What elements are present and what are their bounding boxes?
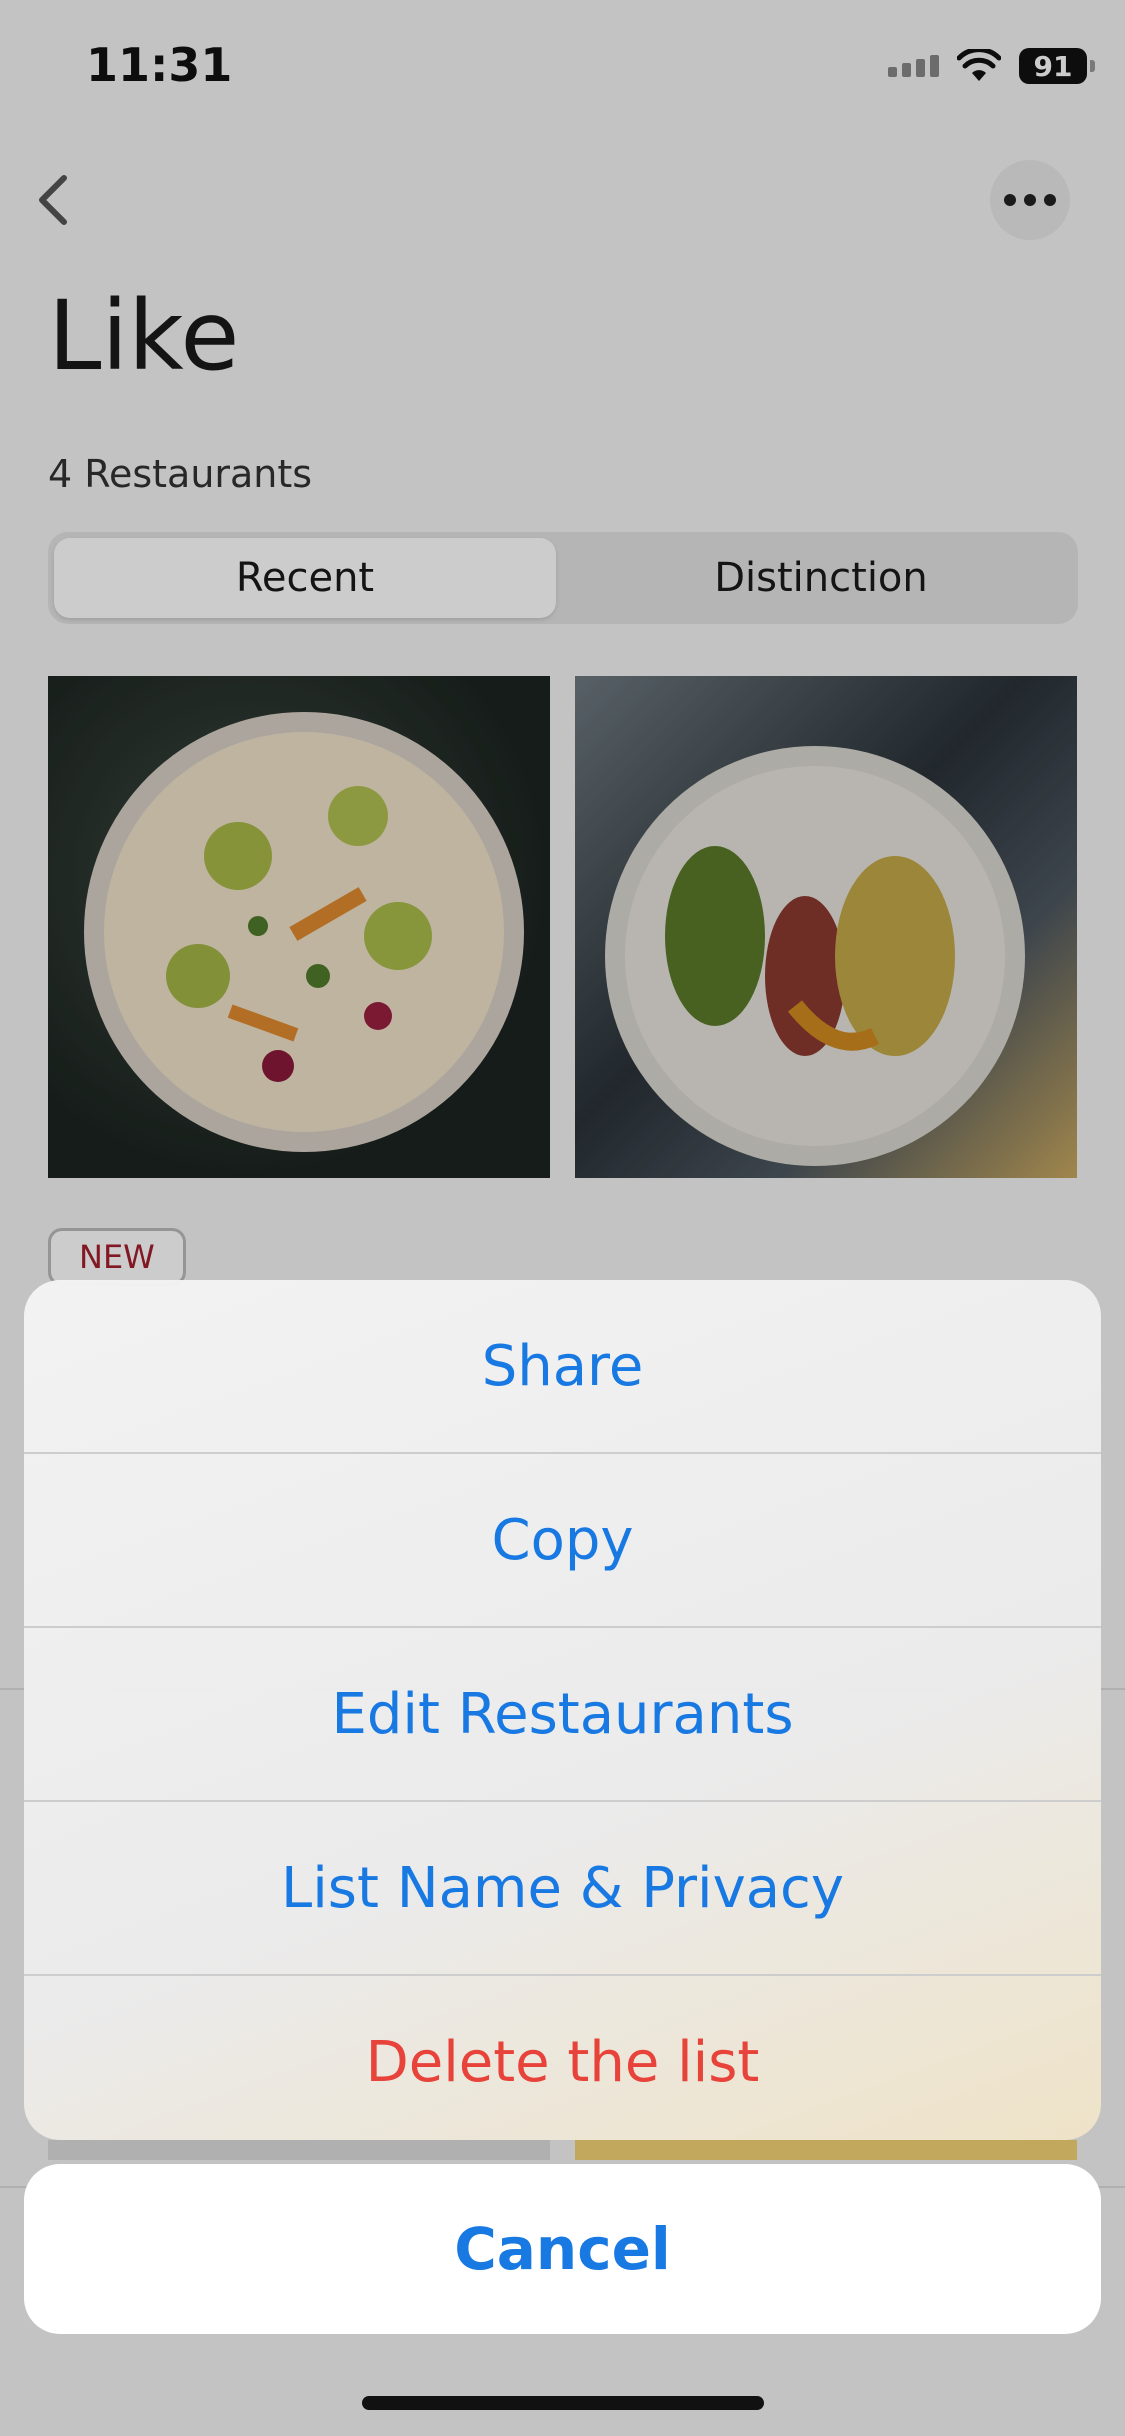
copy-button[interactable]: Copy	[24, 1454, 1101, 1628]
action-sheet: Share Copy Edit Restaurants List Name & …	[24, 1280, 1101, 2140]
list-name-privacy-button[interactable]: List Name & Privacy	[24, 1802, 1101, 1976]
cancel-button[interactable]: Cancel	[24, 2164, 1101, 2334]
edit-restaurants-button[interactable]: Edit Restaurants	[24, 1628, 1101, 1802]
delete-list-button[interactable]: Delete the list	[24, 1976, 1101, 2140]
share-button[interactable]: Share	[24, 1280, 1101, 1454]
home-indicator[interactable]	[362, 2396, 764, 2410]
